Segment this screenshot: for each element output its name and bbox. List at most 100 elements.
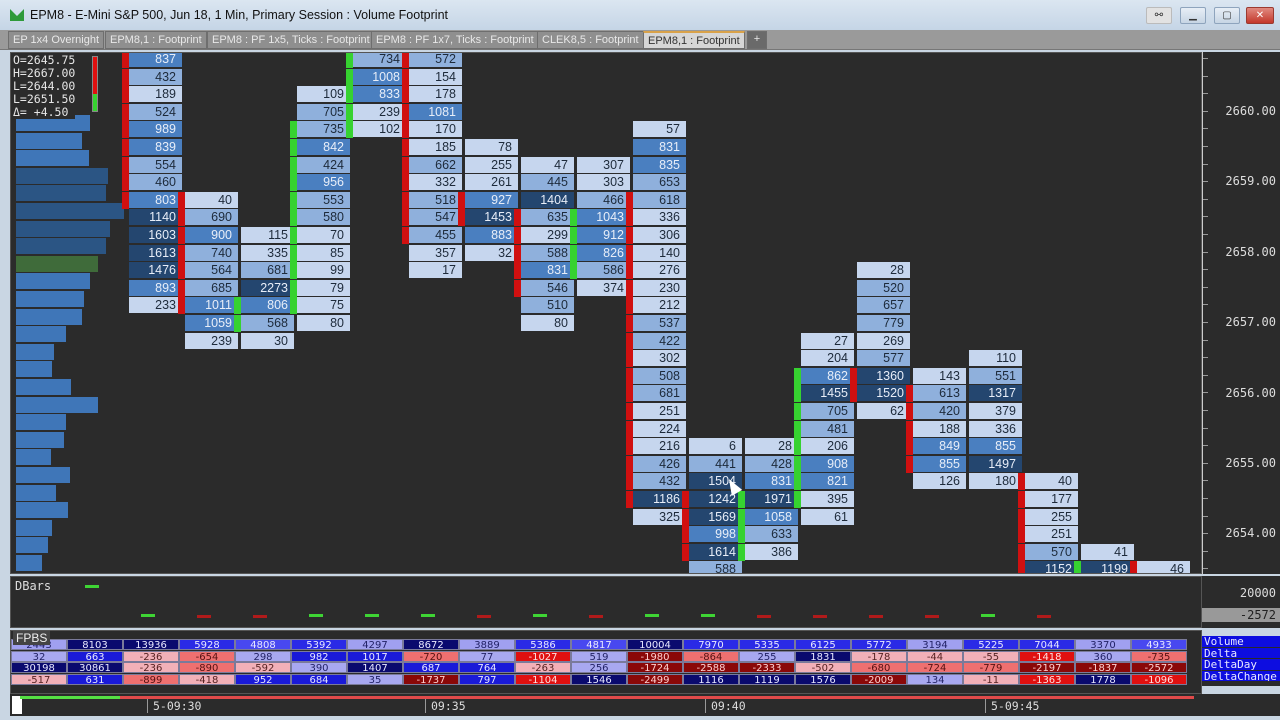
footprint-cell: 185 [409,139,463,156]
ohlc-range-bar-up [93,94,97,111]
buy-imbalance-marker [290,191,297,209]
maximize-button[interactable]: ▢ [1214,7,1240,24]
price-tick [1203,216,1208,218]
fpbs-cell-volume: 5392 [291,639,347,651]
volume-profile-bar [16,238,106,255]
buy-imbalance-marker [794,420,801,438]
minimize-button[interactable]: ▁ [1180,7,1206,24]
volume-profile-bar [16,414,67,431]
footprint-cell: 17 [409,262,463,280]
price-tick [1203,533,1208,535]
footprint-cell: 837 [129,53,183,68]
close-button[interactable]: ✕ [1246,7,1274,24]
price-tick [1203,181,1208,183]
footprint-cell: 1455 [801,385,855,403]
legend-delta-change: DeltaChange [1202,670,1280,682]
buy-imbalance-marker [290,174,297,192]
fpbs-cell-volume: 13936 [123,639,179,651]
footprint-cell: 126 [913,473,967,491]
fpbs-cell-volume: 7970 [683,639,739,651]
footprint-cell: 78 [465,139,519,156]
fpbs-cell-volume: 5928 [179,639,235,651]
fpbs-cell-delta-change: 1778 [1075,673,1131,686]
dbars-axis: 20000 -2572 [1202,576,1280,628]
footprint-cell: 662 [409,156,463,174]
footprint-chart[interactable]: 837 432 189 524 989 839 554 460 803 1140 1603 1613 1… [10,52,1202,574]
buy-imbalance-marker [738,526,745,544]
sell-imbalance-marker [458,191,465,209]
dbar-up [533,614,547,617]
footprint-cell: 1453 [465,209,519,227]
tab-epm8-footprint-active[interactable]: EPM8,1 : Footprint [643,31,745,49]
sell-imbalance-marker [122,68,129,86]
fpbs-cell-delta: -44 [907,650,963,663]
fpbs-cell-delta-day: 30198 [11,662,67,674]
sell-imbalance-marker [514,279,521,297]
volume-profile-bar [16,185,106,202]
footprint-cell: 386 [745,543,799,561]
add-tab-button[interactable]: + [747,31,767,49]
volume-profile-bar [16,537,49,554]
dbar-up [645,614,659,617]
footprint-cell: 379 [969,403,1023,420]
volume-profile-bar [16,343,55,360]
fpbs-cell-delta-day: 30861 [67,662,123,674]
time-axis[interactable]: 5-09:30 09:35 09:40 5-09:45 [10,694,1280,716]
time-label: 5-09:45 [985,699,1039,713]
dbar-down [813,615,827,618]
footprint-cell: 580 [297,209,351,227]
fpbs-cell-delta: 1831 [795,650,851,663]
sell-imbalance-marker [402,68,409,86]
footprint-cell: 551 [969,367,1023,385]
buy-imbalance-marker [290,209,297,227]
footprint-cell: 510 [521,297,575,315]
tab-clek8[interactable]: CLEK8,5 : Footprint [537,31,644,49]
fpbs-cell-delta-change: -418 [179,673,235,686]
price-tick [1203,128,1208,130]
buy-imbalance-marker [570,244,577,262]
fpbs-cell-delta-day: -2572 [1131,662,1187,674]
footprint-cell: 80 [521,315,575,332]
link-button[interactable]: ⚯ [1146,7,1172,24]
tab-pf-1x5[interactable]: EPM8 : PF 1x5, Ticks : Footprint [207,31,375,49]
price-tick [1203,357,1208,359]
price-tick [1203,445,1208,447]
fpbs-cell-delta: 663 [67,650,123,663]
tab-pf-1x7[interactable]: EPM8 : PF 1x7, Ticks : Footprint [371,31,539,49]
footprint-cell: 422 [633,332,687,350]
fpbs-cell-delta: -55 [963,650,1019,663]
footprint-cell: 303 [577,174,631,192]
volume-profile-bar [16,220,110,237]
footprint-cell: 839 [129,139,183,156]
footprint-cell: 239 [185,332,239,350]
sell-imbalance-marker [402,227,409,244]
sell-imbalance-marker [906,455,913,473]
price-tick [1203,568,1208,570]
footprint-cell: 546 [521,279,575,297]
tab-ep-overnight[interactable]: EP 1x4 Overnight [8,31,105,49]
fpbs-cell-delta-change: -899 [123,673,179,686]
dbar-up [421,614,435,617]
buy-imbalance-marker [234,297,241,315]
fpbs-cell-delta-day: -680 [851,662,907,674]
fpbs-cell-delta: 298 [235,650,291,663]
footprint-cell: 40 [1025,473,1079,491]
price-tick [1203,163,1208,165]
footprint-cell: 1317 [969,385,1023,403]
sell-imbalance-marker [626,244,633,262]
fpbs-cell-delta-day: 390 [291,662,347,674]
fpbs-cell-volume: 4817 [571,639,627,651]
buy-imbalance-marker [346,53,353,68]
price-axis[interactable]: 2660.00 2659.00 2658.00 2657.00 2656.00 2655.… [1202,52,1280,574]
sell-imbalance-marker [626,420,633,438]
buy-imbalance-marker [234,315,241,332]
footprint-cell: 1360 [857,367,911,385]
fpbs-cell-delta: -236 [123,650,179,663]
footprint-cell: 1614 [689,543,743,561]
ohlc-readout: O=2645.75 H=2667.00 L=2644.00 L=2651.50 … [13,54,76,119]
volume-profile-bar [16,467,70,483]
footprint-cell: 1199 [1081,561,1135,573]
buy-imbalance-marker [1074,561,1081,573]
footprint-cell: 212 [633,297,687,315]
tab-epm8-footprint[interactable]: EPM8,1 : Footprint [105,31,207,49]
